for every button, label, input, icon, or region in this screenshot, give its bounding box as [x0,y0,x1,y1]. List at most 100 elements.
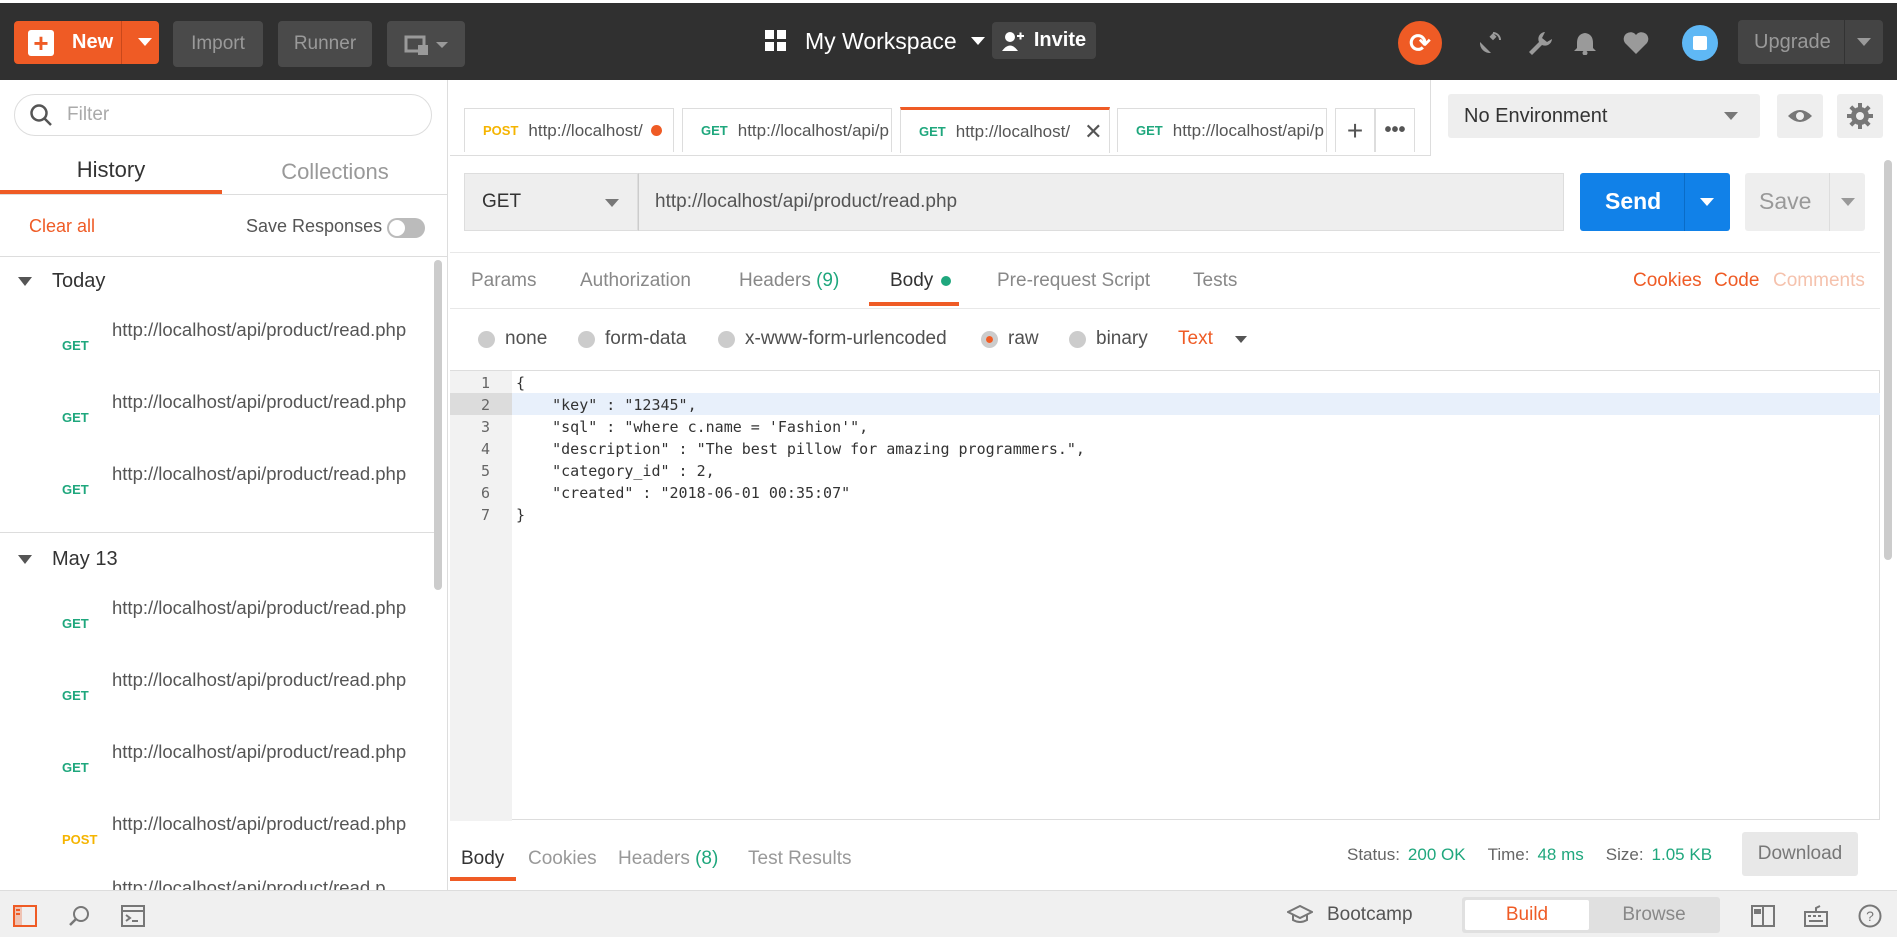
body-dot-icon [941,276,952,286]
find-icon[interactable] [66,903,92,929]
list-item[interactable]: http://localhost/api/product/read.p [0,878,440,890]
group-today[interactable]: Today [18,270,105,293]
code-line: } [516,506,526,524]
console-icon[interactable] [120,903,146,929]
tab-params[interactable]: Params [471,270,536,292]
history-url: http://localhost/api/product/read.php [112,669,407,690]
save-responses-toggle[interactable] [387,218,425,238]
new-button[interactable]: + New [14,21,159,64]
chevron-down-icon [18,555,32,564]
wrench-icon[interactable] [1522,25,1558,61]
list-item[interactable]: GET http://localhost/api/product/read.php [0,590,440,662]
heart-icon[interactable] [1618,25,1654,61]
tab-tests[interactable]: Tests [1193,270,1237,292]
filter-input[interactable]: Filter [14,94,432,136]
keyboard-shortcuts-icon[interactable] [1803,903,1829,929]
avatar[interactable] [1682,25,1718,61]
workspace-label: My Workspace [805,27,957,54]
list-item[interactable]: GET http://localhost/api/product/read.php [0,384,440,456]
top-bar: + New Import Runner My Workspace Invite … [0,0,1897,80]
method-badge: GET [919,124,946,139]
list-item[interactable]: GET http://localhost/api/product/read.php [0,662,440,734]
size-value: 1.05 KB [1651,845,1713,864]
radio-binary[interactable]: binary [1069,328,1148,350]
tab-authorization[interactable]: Authorization [580,270,691,292]
save-responses-label: Save Responses [246,216,383,236]
clear-all-link[interactable]: Clear all [29,216,95,237]
import-button[interactable]: Import [173,21,263,67]
request-tab[interactable]: GET http://localhost/api/p [1117,108,1327,152]
comments-link[interactable]: Comments [1773,270,1865,292]
list-item[interactable]: POST http://localhost/api/product/read.ph… [0,806,440,878]
browse-mode-button[interactable]: Browse [1592,900,1716,930]
tab-headers[interactable]: Headers (9) [739,270,839,292]
radio-none[interactable]: none [478,328,547,350]
new-window-button[interactable] [387,21,465,67]
close-icon[interactable]: ✕ [1084,119,1102,145]
chevron-down-icon[interactable] [1700,198,1714,206]
method-badge: GET [62,338,89,353]
satellite-icon[interactable] [1472,25,1508,61]
gear-icon [1847,103,1873,129]
code-editor[interactable]: 1 2 3 4 5 6 7 { "key" : "12345", "sql" :… [450,370,1880,821]
chevron-down-icon[interactable] [138,38,152,46]
workspace-selector[interactable]: My Workspace [765,21,985,61]
environment-select[interactable]: No Environment [1448,94,1760,138]
tab-prerequest-script[interactable]: Pre-request Script [997,270,1150,292]
upgrade-button[interactable]: Upgrade [1738,20,1883,64]
line-number: 2 [480,396,490,414]
list-item[interactable]: GET http://localhost/api/product/read.php [0,456,440,528]
download-button[interactable]: Download [1742,832,1858,876]
response-tab-headers[interactable]: Headers (8) [618,848,718,870]
radio-form-data[interactable]: form-data [578,328,686,350]
environment-quick-look-button[interactable] [1777,94,1823,138]
build-mode-button[interactable]: Build [1465,900,1589,930]
bell-icon[interactable] [1567,25,1603,61]
group-may-13[interactable]: May 13 [18,548,118,571]
line-number: 7 [480,506,490,524]
tab-body[interactable]: Body [890,270,952,292]
send-label: Send [1605,188,1662,214]
list-item[interactable]: GET http://localhost/api/product/read.php [0,312,440,384]
bootcamp-link[interactable]: Bootcamp [1287,904,1413,926]
response-tab-body[interactable]: Body [461,848,504,870]
runner-button[interactable]: Runner [278,21,372,67]
add-tab-button[interactable]: + [1335,108,1375,152]
status-footer: Bootcamp Build Browse ? [0,890,1897,937]
method-badge: GET [62,616,89,631]
send-button[interactable]: Send [1580,173,1730,231]
list-item[interactable]: GET http://localhost/api/product/read.php [0,734,440,806]
main-scrollbar[interactable] [1884,160,1892,560]
url-input[interactable]: http://localhost/api/product/read.php [638,173,1564,231]
code-link[interactable]: Code [1714,270,1759,292]
tab-history[interactable]: History [0,150,222,194]
cookies-link[interactable]: Cookies [1633,270,1702,292]
request-tab[interactable]: GET http://localhost/api/p [682,108,892,152]
response-tab-cookies[interactable]: Cookies [528,848,597,870]
request-tab[interactable]: POST http://localhost/ [464,108,674,152]
url-bar: GET http://localhost/api/product/read.ph… [464,173,1564,231]
method-select[interactable]: GET [464,173,638,231]
tab-collections[interactable]: Collections [222,150,448,194]
sidebar-scrollbar[interactable] [434,260,442,590]
more-tabs-button[interactable]: ••• [1375,108,1415,152]
request-tab-active[interactable]: GET http://localhost/ ✕ [900,107,1110,153]
save-button[interactable]: Save [1745,173,1865,231]
sync-icon[interactable]: ⟳ [1398,21,1442,65]
response-tab-test-results[interactable]: Test Results [748,848,851,870]
help-icon[interactable]: ? [1857,903,1883,929]
chevron-down-icon [605,199,619,207]
chevron-down-icon[interactable] [1857,38,1871,46]
manage-environments-button[interactable] [1837,94,1883,138]
radio-label: x-www-form-urlencoded [745,328,947,349]
plus-icon: + [1346,114,1364,146]
radio-urlencoded[interactable]: x-www-form-urlencoded [718,328,947,350]
time-value: 48 ms [1537,845,1584,864]
chevron-down-icon[interactable] [1841,198,1855,206]
toggle-sidebar-icon[interactable] [12,903,38,929]
invite-button[interactable]: Invite [992,22,1096,59]
radio-raw[interactable]: raw [981,328,1039,350]
response-meta: Status: 200 OK Time: 48 ms Size: 1.05 KB [1347,845,1712,865]
two-pane-view-icon[interactable] [1750,903,1776,929]
content-type-select[interactable]: Text [1178,328,1247,350]
